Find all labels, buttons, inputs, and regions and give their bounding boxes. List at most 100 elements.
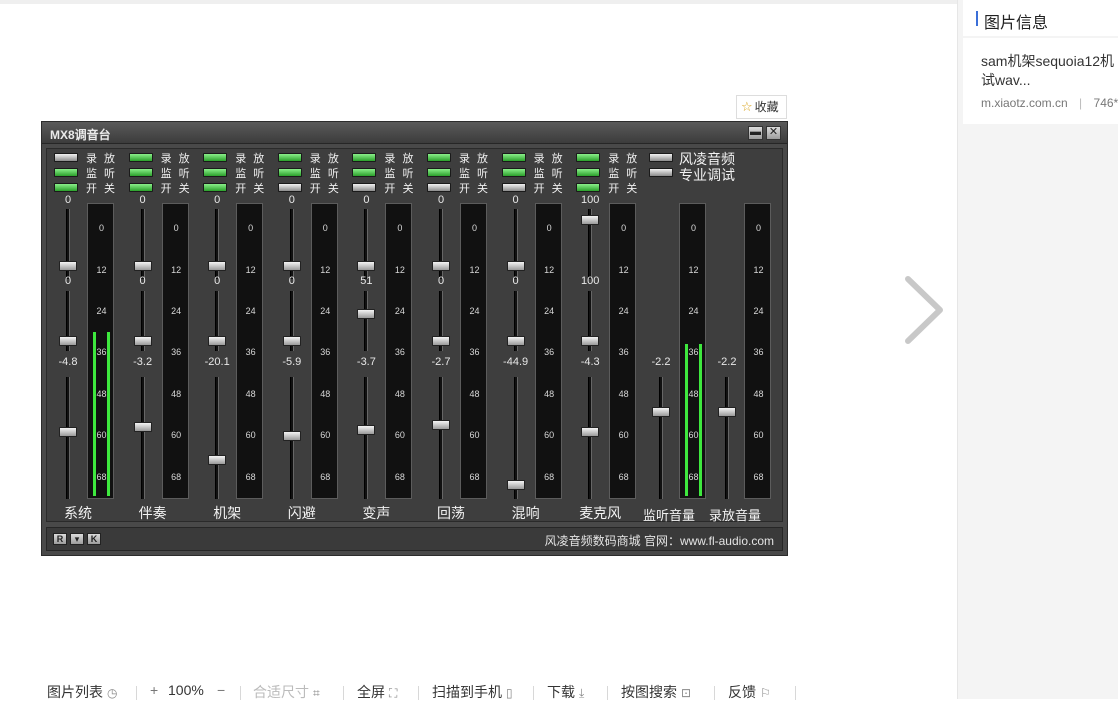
zoom-in-button[interactable]: + [150,682,158,698]
channel-6-volume-value: -2.7 [431,356,451,368]
image-meta: m.xiaotz.com.cn | 746* [981,96,1118,110]
channel-7-top-knob[interactable] [506,261,525,272]
meter-scale-label: 12 [618,264,629,275]
fullscreen-button[interactable]: 全屏 ⛶ [357,682,397,702]
channel-1-volume-knob[interactable] [59,427,77,438]
image-site[interactable]: m.xiaotz.com.cn [981,96,1068,110]
channel-7-monitor-toggle[interactable] [501,168,526,177]
image-name[interactable]: sam机架sequoia12机 试wav... [981,52,1118,90]
meter-scale-label: 68 [320,471,331,482]
channel-6-mid-knob[interactable] [432,336,450,346]
close-button[interactable]: ✕ [766,126,781,140]
channel-1-top-value: 0 [64,194,72,206]
channel-2-monitor-label: 监 听 [160,168,192,180]
footer-k-button[interactable]: K [87,533,101,545]
channel-7-mid-knob[interactable] [506,336,525,346]
channel-1-record-toggle[interactable] [54,153,78,162]
fit-icon: ⌗ [313,686,320,700]
channel-3-top-knob[interactable] [208,261,227,272]
channel-6-power-toggle[interactable] [427,183,451,192]
channel-2-record-toggle[interactable] [128,153,153,162]
meter-scale-label: 60 [544,430,555,441]
channel-3-volume-knob[interactable] [208,455,227,466]
channel-5-power-toggle[interactable] [352,183,377,192]
channel-6-volume-knob[interactable] [432,419,450,430]
channel-5-mid-knob[interactable] [357,308,376,319]
channel-4-volume-knob[interactable] [282,430,301,441]
channel-1-mid-knob[interactable] [59,336,77,346]
sidebar-title: 图片信息 [984,15,1049,32]
scan-to-phone-button[interactable]: 扫描到手机 ▯ [432,682,513,702]
meter-scale-label: 68 [753,471,764,482]
meter-scale-label: 12 [96,264,107,275]
channel-5-level-meter: 0 12 24 36 48 60 68 [385,203,413,499]
star-icon: ☆ [741,99,753,114]
footer-r-button[interactable]: R [53,533,67,545]
next-image-chevron-icon[interactable] [900,275,946,345]
output-record-volume-knob[interactable] [718,407,736,417]
meter-scale-label: 68 [394,471,405,482]
meter-scale-label: 48 [394,388,405,399]
channel-8-power-toggle[interactable] [576,183,601,192]
channel-7-power-toggle[interactable] [501,183,526,192]
channel-2-monitor-toggle[interactable] [128,168,153,177]
meter-scale-label: 24 [394,306,405,317]
channel-5-volume-knob[interactable] [357,425,376,436]
channel-5-top-knob[interactable] [357,261,376,272]
channel-5-volume-value: -3.7 [356,356,376,368]
channel-4-record-toggle[interactable] [277,153,302,162]
channel-1-top-knob[interactable] [59,261,77,272]
channel-5-name: 变声 [362,505,391,521]
channel-3-mid-knob[interactable] [208,336,227,346]
channel-7-top-value: 0 [512,194,519,206]
channel-5-monitor-toggle[interactable] [352,168,377,177]
channel-3-monitor-toggle[interactable] [203,168,228,177]
channel-1-monitor-toggle[interactable] [54,168,78,177]
channel-7-volume-value: -44.9 [503,356,529,368]
channel-4-power-toggle[interactable] [277,183,302,192]
channel-8-top-knob[interactable] [581,214,600,225]
channel-5-record-toggle[interactable] [352,153,377,162]
channel-8-record-toggle[interactable] [576,153,601,162]
channel-3-name: 机架 [213,505,242,521]
minimize-button[interactable]: ▬ [748,126,763,140]
image-search-button[interactable]: 按图搜索 ⊡ [621,682,691,702]
feedback-icon: ⚐ [760,686,771,700]
image-name-line-1: sam机架sequoia12机 [981,53,1115,69]
header-accent [976,11,978,26]
image-info-card[interactable]: sam机架sequoia12机 试wav... m.xiaotz.com.cn … [963,38,1118,124]
channel-3-record-toggle[interactable] [203,153,228,162]
channel-7-volume-knob[interactable] [506,480,525,491]
channel-8-mid-knob[interactable] [581,336,600,346]
channel-4-top-knob[interactable] [282,261,301,272]
channel-3-power-toggle[interactable] [203,183,228,192]
channel-1-power-toggle[interactable] [54,183,78,192]
expand-icon: ⛶ [389,686,398,700]
output-monitor-volume-knob[interactable] [652,407,670,417]
channel-2-top-value: 0 [139,194,146,206]
channel-2-top-knob[interactable] [133,261,152,272]
fit-size-button[interactable]: 合适尺寸 ⌗ [253,682,320,702]
footer-menu-button[interactable]: ▾ [70,533,84,545]
image-list-button[interactable]: 图片列表 ◷ [47,682,117,702]
channel-6-monitor-toggle[interactable] [427,168,451,177]
channel-6-top-knob[interactable] [432,261,450,272]
channel-4-monitor-toggle[interactable] [277,168,302,177]
feedback-button[interactable]: 反馈 ⚐ [728,682,771,702]
channel-6-record-toggle[interactable] [427,153,451,162]
meter-scale-label: 36 [544,347,555,358]
channel-8-monitor-toggle[interactable] [576,168,601,177]
channel-7-record-toggle[interactable] [501,153,526,162]
channel-2-power-toggle[interactable] [128,183,153,192]
download-button[interactable]: 下载 ⤓ [547,682,584,702]
channel-8-top-value: 100 [581,194,600,206]
channel-2-volume-knob[interactable] [133,421,152,432]
zoom-out-button[interactable]: − [217,682,225,698]
channel-2-mid-knob[interactable] [133,336,152,346]
channel-8-volume-knob[interactable] [581,427,600,438]
meter-scale-label: 60 [618,430,629,441]
favorite-button[interactable]: ☆ 收藏 [736,95,787,119]
channel-2-power-label: 开 关 [160,183,192,195]
channel-4-mid-knob[interactable] [282,336,301,346]
favorite-label: 收藏 [754,100,779,114]
